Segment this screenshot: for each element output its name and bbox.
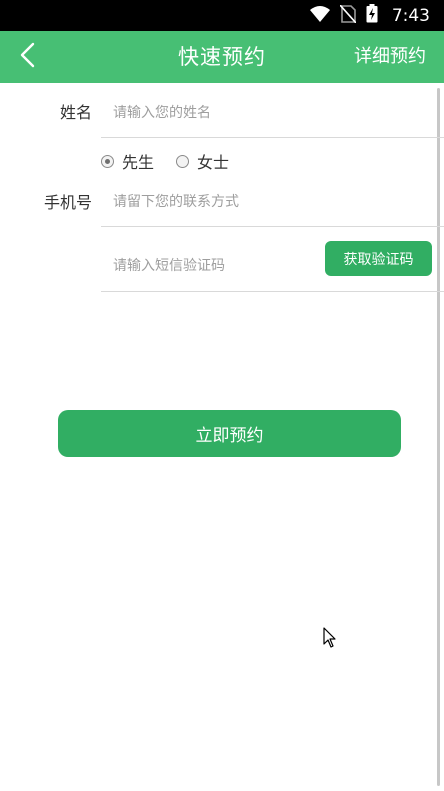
name-placeholder: 请输入您的姓名 — [113, 105, 211, 121]
radio-mr[interactable]: 先生 — [101, 149, 154, 173]
status-icons: 7:43 — [309, 0, 430, 31]
back-arrow-icon — [19, 42, 35, 72]
phone-input[interactable]: 请留下您的联系方式 — [101, 183, 444, 227]
radio-ms[interactable]: 女士 — [176, 149, 229, 173]
phone-placeholder: 请留下您的联系方式 — [113, 194, 239, 210]
gender-radio-group: 先生 女士 — [101, 149, 251, 173]
name-input[interactable]: 请输入您的姓名 — [101, 83, 444, 138]
app-bar: 快速预约 详细预约 — [0, 31, 444, 83]
battery-charging-icon — [366, 4, 378, 27]
detail-booking-link[interactable]: 详细预约 — [354, 31, 426, 83]
get-code-button[interactable]: 获取验证码 — [325, 241, 432, 276]
name-label: 姓名 — [59, 103, 92, 122]
status-bar: 7:43 — [0, 0, 444, 31]
wifi-icon — [309, 5, 330, 26]
radio-checked-icon — [101, 154, 114, 168]
radio-unchecked-icon — [176, 154, 190, 168]
booking-form: 姓名 请输入您的姓名 先生 女士 手机号 请留下您的联系方式 请输入短信验证码 … — [0, 83, 444, 791]
back-button[interactable] — [8, 37, 46, 77]
radio-mr-label: 先生 — [122, 153, 155, 172]
mouse-cursor-icon — [323, 627, 337, 653]
phone-label: 手机号 — [43, 193, 92, 212]
submit-booking-button[interactable]: 立即预约 — [58, 410, 401, 457]
radio-ms-label: 女士 — [197, 153, 230, 172]
status-time: 7:43 — [391, 5, 430, 26]
code-placeholder: 请输入短信验证码 — [113, 258, 225, 274]
no-sim-icon — [339, 3, 357, 27]
